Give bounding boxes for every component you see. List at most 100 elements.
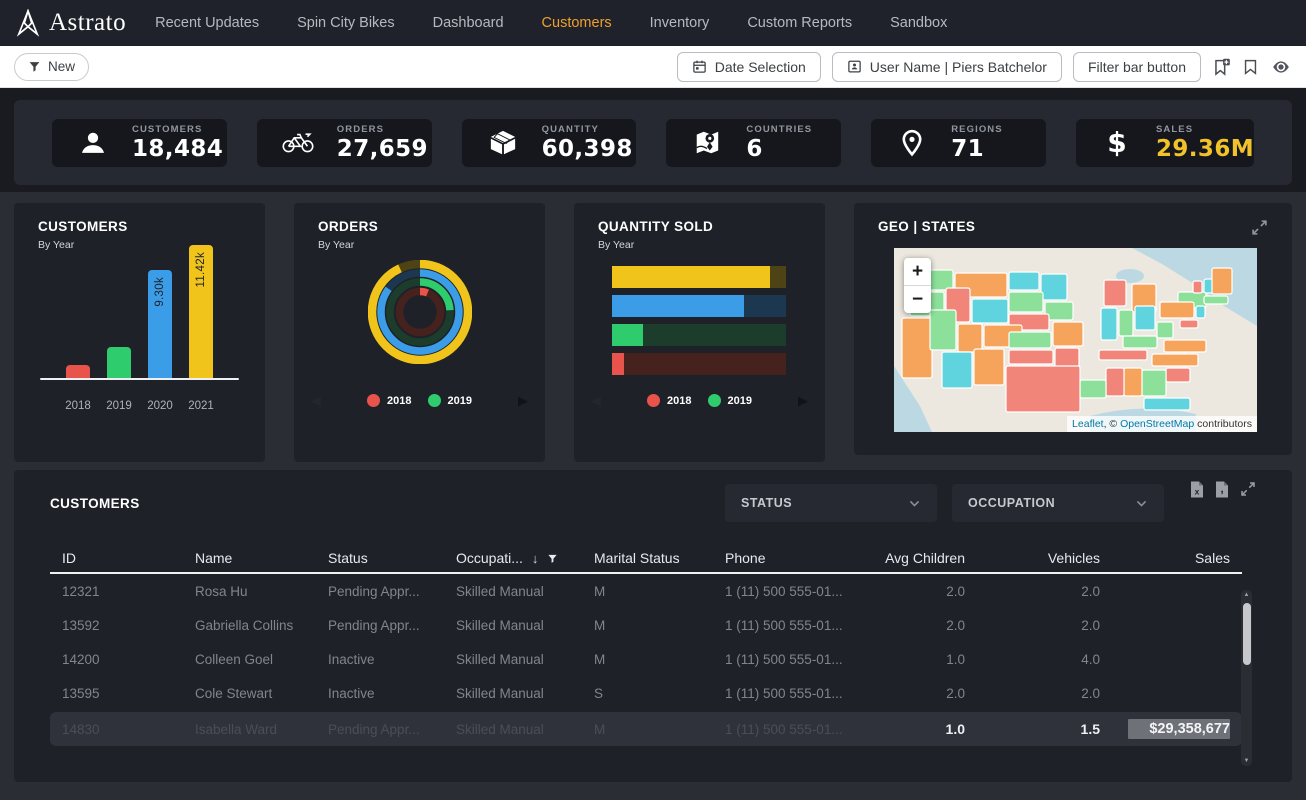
cell-marital: M xyxy=(594,618,725,633)
column-header-name[interactable]: Name xyxy=(195,550,328,566)
occupation-filter-dropdown[interactable]: OCCUPATION xyxy=(952,484,1164,522)
bookmark-icon[interactable] xyxy=(1242,57,1259,77)
scroll-up-arrow[interactable]: ▲ xyxy=(1241,592,1252,598)
nav-item-recent-updates[interactable]: Recent Updates xyxy=(136,0,278,46)
nav-item-custom-reports[interactable]: Custom Reports xyxy=(728,0,871,46)
legend-next-arrow[interactable]: ▶ xyxy=(518,394,528,407)
dollar-icon: $ xyxy=(1100,128,1134,158)
expand-icon[interactable] xyxy=(1240,481,1256,498)
kpi-regions[interactable]: REGIONS 71 xyxy=(871,119,1046,167)
kpi-countries[interactable]: COUNTRIES 6 xyxy=(666,119,841,167)
scrollbar-thumb[interactable] xyxy=(1243,603,1251,665)
column-header-id[interactable]: ID xyxy=(62,550,195,566)
chart-title: ORDERS xyxy=(318,219,521,234)
kpi-value: 71 xyxy=(951,136,1003,162)
column-header-phone[interactable]: Phone xyxy=(725,550,855,566)
hbar-2021[interactable] xyxy=(612,266,786,288)
leaflet-link[interactable]: Leaflet xyxy=(1072,418,1104,430)
column-funnel-icon[interactable] xyxy=(547,553,558,564)
app-title: Astrato xyxy=(49,9,126,37)
osm-link[interactable]: OpenStreetMap xyxy=(1120,418,1194,430)
kpi-quantity[interactable]: QUANTITY 60,398 xyxy=(462,119,637,167)
column-header-sales[interactable]: Sales xyxy=(1100,550,1230,566)
nav-item-customers[interactable]: Customers xyxy=(523,0,631,46)
nav-item-spin-city-bikes[interactable]: Spin City Bikes xyxy=(278,0,414,46)
scroll-down-arrow[interactable]: ▼ xyxy=(1241,758,1252,764)
legend-item-2019[interactable]: 2019 xyxy=(708,394,752,407)
toolbar-right-group: Date Selection User Name | Piers Batchel… xyxy=(677,52,1292,82)
user-name-button[interactable]: User Name | Piers Batchelor xyxy=(832,52,1062,82)
box-icon xyxy=(486,129,520,157)
kpi-band: CUSTOMERS 18,484 ORDERS 27,659 QUANTITY … xyxy=(0,88,1306,192)
sort-descending-icon[interactable]: ↓ xyxy=(532,551,539,566)
table-row[interactable]: 12321 Rosa Hu Pending Appr... Skilled Ma… xyxy=(50,574,1242,608)
legend-dot xyxy=(647,394,660,407)
column-header-vehicles[interactable]: Vehicles xyxy=(965,550,1100,566)
bar-2018[interactable] xyxy=(66,365,90,378)
column-header-occupation[interactable]: Occupati... ↓ xyxy=(456,550,594,566)
column-header-marital-status[interactable]: Marital Status xyxy=(594,550,725,566)
chart-subtitle: By Year xyxy=(598,239,801,251)
cell-name: Gabriella Collins xyxy=(195,618,328,633)
kpi-sales[interactable]: $ SALES 29.36M xyxy=(1076,119,1254,167)
leaflet-map[interactable]: + − Leaflet, © OpenStreetMap contributor… xyxy=(894,248,1257,432)
orders-by-year-card: ORDERS By Year ◀20182019▶ xyxy=(294,203,545,462)
bar-2020[interactable]: 9.30k xyxy=(148,270,172,378)
year-legend-carousel: ◀ 2018 2019 ▶ xyxy=(574,394,825,407)
us-states-choropleth[interactable] xyxy=(894,248,1257,432)
charts-row: CUSTOMERS By Year 9.30k11.42k 2018201920… xyxy=(14,203,1292,462)
totals-avg-children: 1.0 xyxy=(855,721,965,737)
legend-item-2019[interactable]: 2019 xyxy=(428,394,472,407)
hbar-2019[interactable] xyxy=(612,324,786,346)
status-filter-dropdown[interactable]: STATUS xyxy=(725,484,937,522)
filter-bar-button[interactable]: Filter bar button xyxy=(1073,52,1201,82)
kpi-customers[interactable]: CUSTOMERS 18,484 xyxy=(52,119,227,167)
table-row[interactable]: 13592 Gabriella Collins Pending Appr... … xyxy=(50,608,1242,642)
map-attribution: Leaflet, © OpenStreetMap contributors xyxy=(1067,416,1257,432)
cell-vehicles: 2.0 xyxy=(965,584,1100,599)
cell-vehicles: 2.0 xyxy=(965,618,1100,633)
kpi-value: 27,659 xyxy=(337,136,428,162)
eye-icon[interactable] xyxy=(1270,58,1292,76)
table-row[interactable]: 14200 Colleen Goel Inactive Skilled Manu… xyxy=(50,642,1242,676)
calendar-icon xyxy=(692,59,707,74)
cell-phone: 1 (11) 500 555-01... xyxy=(725,686,855,701)
kpi-panel: CUSTOMERS 18,484 ORDERS 27,659 QUANTITY … xyxy=(14,100,1292,185)
cell-occupation: Skilled Manual xyxy=(456,652,594,667)
nav-item-sandbox[interactable]: Sandbox xyxy=(871,0,966,46)
zoom-in-button[interactable]: + xyxy=(904,258,931,286)
export-excel-icon[interactable]: x xyxy=(1190,481,1204,498)
kpi-orders[interactable]: ORDERS 27,659 xyxy=(257,119,432,167)
table-scrollbar[interactable]: ▲ ▼ xyxy=(1241,590,1252,766)
kpi-label: CUSTOMERS xyxy=(132,124,223,135)
app-logo[interactable]: Astrato xyxy=(16,9,126,37)
new-filter-button[interactable]: New xyxy=(14,53,89,81)
export-csv-icon[interactable]: , xyxy=(1215,481,1229,498)
legend-prev-arrow[interactable]: ◀ xyxy=(591,394,601,407)
kpi-label: ORDERS xyxy=(337,124,428,135)
nav-item-dashboard[interactable]: Dashboard xyxy=(414,0,523,46)
hbar-2018[interactable] xyxy=(612,353,786,375)
cell-avg-children: 1.0 xyxy=(855,652,965,667)
table-row[interactable]: 13595 Cole Stewart Inactive Skilled Manu… xyxy=(50,676,1242,710)
cell-phone: 1 (11) 500 555-01... xyxy=(725,618,855,633)
nav-item-inventory[interactable]: Inventory xyxy=(631,0,729,46)
cell-status: Inactive xyxy=(328,686,456,701)
legend-next-arrow[interactable]: ▶ xyxy=(798,394,808,407)
cell-id: 13592 xyxy=(62,618,195,633)
bar-2021[interactable]: 11.42k xyxy=(189,245,213,378)
hbar-2020[interactable] xyxy=(612,295,786,317)
expand-icon[interactable] xyxy=(1251,219,1268,236)
date-selection-button[interactable]: Date Selection xyxy=(677,52,821,82)
legend-item-2018[interactable]: 2018 xyxy=(367,394,411,407)
legend-item-2018[interactable]: 2018 xyxy=(647,394,691,407)
column-header-avg-children[interactable]: Avg Children xyxy=(855,550,965,566)
bookmark-add-icon[interactable] xyxy=(1212,57,1231,77)
legend-prev-arrow[interactable]: ◀ xyxy=(311,394,321,407)
zoom-out-button[interactable]: − xyxy=(904,286,931,313)
astrato-logo-icon xyxy=(16,9,40,37)
column-header-status[interactable]: Status xyxy=(328,550,456,566)
nav-items: Recent UpdatesSpin City BikesDashboardCu… xyxy=(136,0,966,46)
kpi-value: 18,484 xyxy=(132,136,223,162)
bar-2019[interactable] xyxy=(107,347,131,378)
